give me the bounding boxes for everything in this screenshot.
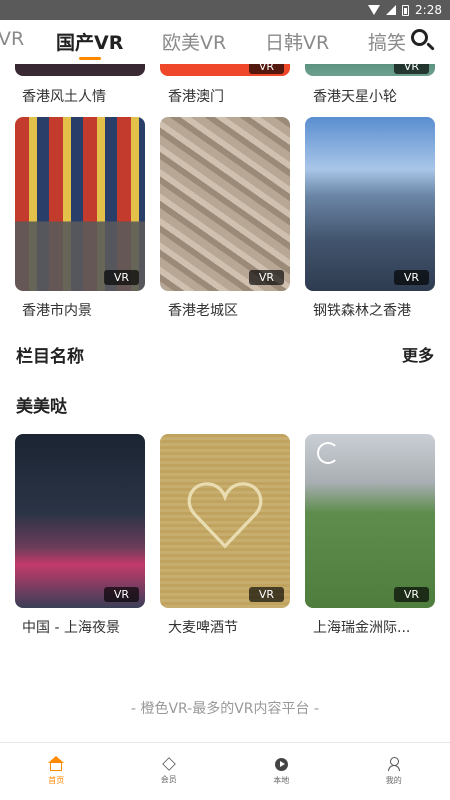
tab-jpkr-vr[interactable]: 日韩VR: [265, 28, 329, 55]
video-title[interactable]: 香港风土人情: [22, 86, 106, 106]
play-icon: [274, 757, 288, 771]
signal-icon: [386, 5, 397, 15]
video-title[interactable]: 香港老城区: [168, 300, 238, 320]
nav-home[interactable]: 首页: [0, 743, 113, 800]
category-tab-bar: VR 国产VR 欧美VR 日韩VR 搞笑: [0, 20, 450, 64]
video-title[interactable]: 上海瑞金洲际...: [313, 617, 410, 637]
footer-slogan: - 橙色VR-最多的VR内容平台 -: [130, 701, 320, 717]
video-title[interactable]: 香港天星小轮: [313, 86, 397, 106]
vr-badge: VR: [393, 270, 429, 285]
vr-badge: VR: [248, 587, 284, 602]
vr-badge: VR: [103, 587, 139, 602]
wifi-icon: [368, 5, 381, 15]
status-time: 2:28: [415, 3, 442, 17]
vr-badge: VR: [393, 64, 429, 74]
video-title[interactable]: 香港澳门: [168, 86, 224, 106]
rotate-360-icon: [317, 442, 339, 464]
video-card[interactable]: VR: [305, 117, 435, 291]
nav-label: 会员: [160, 775, 177, 784]
video-title[interactable]: 香港市内景: [22, 300, 92, 320]
heart-field-graphic: [187, 482, 263, 549]
video-title[interactable]: 中国 - 上海夜景: [22, 617, 120, 637]
nav-mine[interactable]: 我的: [338, 743, 450, 800]
bottom-nav: 首页 会员 本地 我的: [0, 742, 450, 800]
video-card[interactable]: VR: [305, 64, 435, 76]
video-title[interactable]: 大麦啤酒节: [168, 617, 238, 637]
active-tab-indicator: [79, 57, 101, 60]
nav-label: 我的: [385, 776, 402, 785]
tab-western-vr[interactable]: 欧美VR: [162, 28, 226, 55]
home-icon: [48, 756, 65, 771]
more-link[interactable]: 更多: [402, 342, 434, 366]
nav-local[interactable]: 本地: [225, 743, 338, 800]
status-bar: 2:28: [0, 0, 450, 20]
diamond-icon: [161, 757, 176, 771]
video-card[interactable]: VR: [15, 117, 145, 291]
vr-badge: VR: [248, 270, 284, 285]
user-icon: [387, 757, 401, 771]
video-card[interactable]: VR: [160, 434, 290, 608]
subsection-title: 美美哒: [16, 397, 67, 417]
nav-label: 本地: [273, 775, 290, 785]
content-area[interactable]: VR VR 香港风土人情 香港澳门 香港天星小轮 VR VR VR 香港市内景 …: [0, 64, 450, 742]
video-card[interactable]: VR: [160, 117, 290, 291]
video-card[interactable]: VR: [305, 434, 435, 608]
vr-badge: VR: [103, 270, 139, 285]
vr-badge: VR: [393, 587, 429, 602]
nav-label: 首页: [48, 776, 65, 785]
video-card[interactable]: [15, 64, 145, 76]
tab-vr[interactable]: VR: [0, 28, 24, 50]
tab-funny[interactable]: 搞笑: [368, 28, 406, 55]
video-title[interactable]: 钢铁森林之香港: [313, 300, 411, 320]
search-icon[interactable]: [410, 28, 436, 54]
tab-domestic-vr[interactable]: 国产VR: [56, 28, 123, 55]
video-card[interactable]: VR: [15, 434, 145, 608]
video-card[interactable]: VR: [160, 64, 290, 76]
battery-icon: [402, 4, 410, 16]
nav-membership[interactable]: 会员: [113, 743, 226, 800]
vr-badge: VR: [248, 64, 284, 74]
section-title: 栏目名称: [16, 347, 84, 367]
